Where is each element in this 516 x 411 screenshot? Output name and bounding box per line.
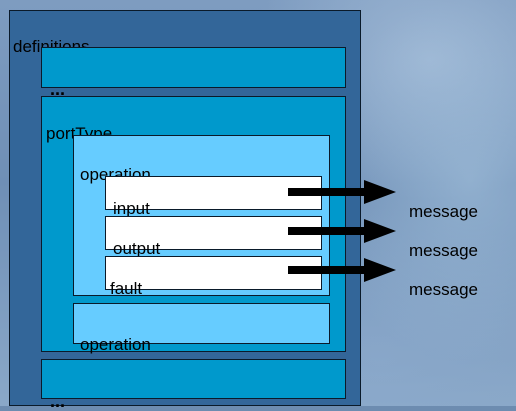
arrow-output-message [288,219,396,243]
definitions-bottom-band [41,359,346,399]
arrow-input-message [288,180,396,204]
ellipsis-bottom: ... [50,391,66,411]
operation-label-2: operation [80,335,151,354]
message-label-input: message [409,202,478,221]
message-label-fault: message [409,280,478,299]
input-label: input [113,199,150,218]
fault-label: fault [110,279,143,298]
output-label: output [113,239,161,258]
definitions-top-band [41,47,346,88]
arrow-fault-message [288,258,396,282]
message-label-output: message [409,241,478,260]
